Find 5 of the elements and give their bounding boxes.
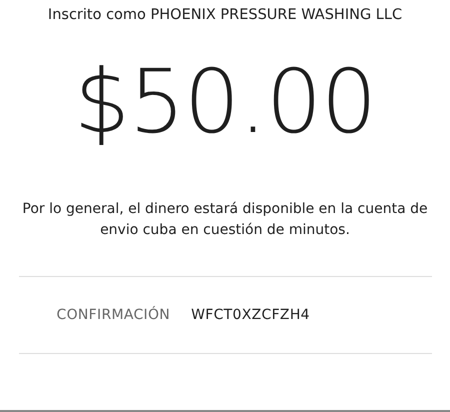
amount-text: $50.00 [74, 52, 376, 152]
availability-message: Por lo general, el dinero estará disponible en la cuenta de envio cuba en cuestión de minutos. [21, 200, 429, 240]
enrolled-as-text: Inscrito como PHOENIX PRESSURE WASHING LLC [48, 6, 402, 25]
confirmation-number: WFCT0XZCFZH4 [191, 307, 310, 323]
confirmation-label: CONFIRMACIÓN [56, 307, 170, 323]
